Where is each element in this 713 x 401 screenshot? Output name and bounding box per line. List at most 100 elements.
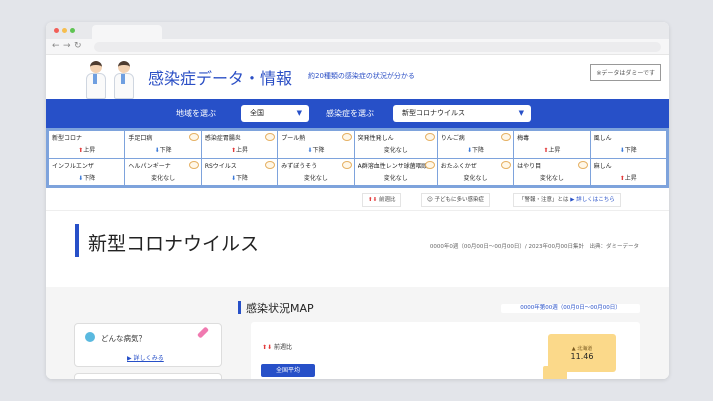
disease-trend: ⬇下降: [52, 173, 121, 182]
reload-icon[interactable]: ↻: [74, 41, 82, 52]
disease-cell[interactable]: ヘルパンギーナ変化なし: [125, 158, 201, 185]
disease-cell[interactable]: 梅毒 ⬆上昇: [514, 131, 590, 158]
legend-warning: 「警報・注意」とは ▶ 詳しくはこちら: [513, 193, 621, 207]
child-face-icon: [188, 160, 199, 169]
disease-cell[interactable]: 突発性発しん変化なし: [354, 131, 437, 158]
disease-name: 突発性発しん: [357, 135, 394, 142]
disease-trend-label: 上昇: [548, 147, 561, 154]
disease-trend-label: 下降: [312, 147, 325, 154]
disease-trend: ⬆上昇: [52, 145, 121, 154]
infection-map: ⬆⬇ 前週比 全国平均 ▲ 北海道 11.46: [251, 322, 640, 379]
close-window-button[interactable]: [54, 28, 59, 33]
disease-cell[interactable]: 風しん ⬇下降: [590, 131, 666, 158]
disease-name: 風しん: [593, 135, 612, 142]
disease-name: 新型コロナ: [52, 135, 83, 142]
child-face-icon: ☺: [427, 197, 433, 203]
maximize-window-button[interactable]: [70, 28, 75, 33]
disease-select[interactable]: 新型コロナウイルス ▼: [393, 105, 531, 122]
secondary-card[interactable]: [74, 373, 222, 379]
child-face-icon: [501, 160, 512, 169]
disease-trend: ⬆上昇: [517, 145, 586, 154]
disease-trend: ⬇下降: [281, 145, 350, 154]
trend-arrows-icon: ⬆⬇: [368, 197, 378, 203]
disease-name: A群溶血性レンサ球菌咽頭炎: [357, 162, 434, 170]
disease-trend: ⬇下降: [594, 145, 663, 154]
disease-trend-label: 変化なし: [463, 174, 488, 182]
child-face-icon: [265, 160, 276, 169]
disease-trend-label: 変化なし: [383, 174, 408, 182]
forward-arrow-icon[interactable]: →: [63, 41, 71, 52]
disease-name: プール熱: [281, 135, 306, 142]
disease-name: RSウイルス: [204, 162, 237, 170]
back-arrow-icon[interactable]: ←: [52, 41, 60, 52]
disease-name: おたふくかぜ: [440, 162, 477, 170]
disease-cell[interactable]: はやり目変化なし: [514, 158, 590, 185]
map-trend-label: 前週比: [273, 344, 292, 351]
disease-grid-panel: 新型コロナ ⬆上昇 手足口病 ⬇下降 感染症胃腸炎 ⬆上昇 プール熱 ⬇下降 突発性発しん 変化な…: [46, 128, 669, 188]
map-trend-legend: ⬆⬇ 前週比: [262, 342, 292, 351]
disease-trend-label: 上昇: [624, 174, 637, 182]
region-select[interactable]: 全国 ▼: [241, 105, 309, 122]
disease-trend: ⬇下降: [205, 173, 274, 182]
disease-grid: 新型コロナ ⬆上昇 手足口病 ⬇下降 感染症胃腸炎 ⬆上昇 プール熱 ⬇下降 突発性発しん 変化な…: [49, 131, 666, 185]
dummy-data-notice: ※データはダミーです: [590, 64, 661, 81]
disease-select-value: 新型コロナウイルス: [402, 109, 465, 117]
disease-name: 梅毒: [517, 135, 530, 142]
disease-trend-label: 下降: [624, 147, 637, 154]
warning-details-link[interactable]: ▶ 詳しくはこちら: [570, 197, 614, 203]
region-value: 11.46: [570, 352, 594, 361]
disease-name: みずぼうそう: [281, 162, 318, 170]
disease-trend: 変化なし: [441, 173, 510, 182]
disease-trend: 変化なし: [358, 173, 434, 182]
disease-cell[interactable]: 感染症胃腸炎 ⬆上昇: [201, 131, 278, 158]
disease-trend-label: 下降: [471, 147, 484, 154]
national-average-button[interactable]: 全国平均: [261, 364, 315, 377]
region-select-label: 地域を選ぶ: [176, 109, 216, 118]
minimize-window-button[interactable]: [62, 28, 67, 33]
disease-select-label: 感染症を選ぶ: [326, 109, 374, 118]
disease-info-card[interactable]: どんな病気？ ▶ 詳しくみる: [74, 323, 222, 367]
disease-cell[interactable]: インフルエンザ ⬇下降: [49, 158, 125, 185]
child-face-icon: [341, 160, 352, 169]
disease-trend-label: 変化なし: [539, 174, 564, 182]
disease-trend: 変化なし: [128, 173, 197, 182]
browser-window: ← → ↻ 感染症データ・情報 約20種類の感染症の状況が分かる ※データはダミ…: [46, 22, 669, 379]
trend-arrows-icon: ⬆⬇: [262, 344, 273, 351]
disease-cell[interactable]: りんご病 ⬇下降: [437, 131, 514, 158]
main-content: どんな病気？ ▶ 詳しくみる 感染状況MAP 0000年第00週（00月0日〜0…: [46, 287, 669, 379]
disease-cell[interactable]: 新型コロナ ⬆上昇: [49, 131, 125, 158]
disease-cell[interactable]: RSウイルス ⬇下降: [201, 158, 278, 185]
page-title: 新型コロナウイルス: [88, 233, 260, 255]
disease-cell[interactable]: プール熱 ⬇下降: [278, 131, 354, 158]
region-select-value: 全国: [250, 109, 264, 117]
disease-info-question: どんな病気？: [101, 334, 146, 343]
disease-name: りんご病: [440, 135, 465, 142]
disease-name: はやり目: [517, 162, 542, 170]
child-face-icon: [577, 160, 588, 169]
browser-toolbar: ← → ↻: [46, 39, 669, 55]
disease-cell[interactable]: おたふくかぜ変化なし: [437, 158, 514, 185]
disease-trend-label: 下降: [83, 174, 96, 182]
child-face-icon: [188, 133, 199, 141]
map-region-hokkaido[interactable]: ▲ 北海道 11.46: [548, 334, 616, 372]
disease-trend: ⬆上昇: [594, 173, 663, 182]
disease-trend: 変化なし: [358, 145, 434, 154]
disease-trend: 変化なし: [517, 173, 586, 182]
site-title[interactable]: 感染症データ・情報: [148, 65, 292, 89]
map-period: 0000年第00週（00月0日〜00月00日）: [501, 304, 640, 313]
address-bar[interactable]: [94, 42, 661, 52]
disease-info-link[interactable]: ▶ 詳しくみる: [127, 353, 164, 362]
disease-name: ヘルパンギーナ: [128, 162, 171, 170]
disease-trend: ⬇下降: [441, 145, 510, 154]
disease-name: 手足口病: [128, 135, 153, 142]
disease-cell[interactable]: 麻しん ⬆上昇: [590, 158, 666, 185]
disease-cell[interactable]: 手足口病 ⬇下降: [125, 131, 201, 158]
disease-trend: 変化なし: [281, 173, 350, 182]
disease-trend: ⬇下降: [128, 145, 197, 154]
disease-cell[interactable]: みずぼうそう変化なし: [278, 158, 354, 185]
disease-trend-label: 変化なし: [383, 147, 408, 154]
disease-cell[interactable]: A群溶血性レンサ球菌咽頭炎 変化なし: [354, 158, 437, 185]
browser-tab[interactable]: [92, 25, 162, 39]
map-title-accent: [238, 301, 241, 314]
child-face-icon: [424, 160, 435, 169]
